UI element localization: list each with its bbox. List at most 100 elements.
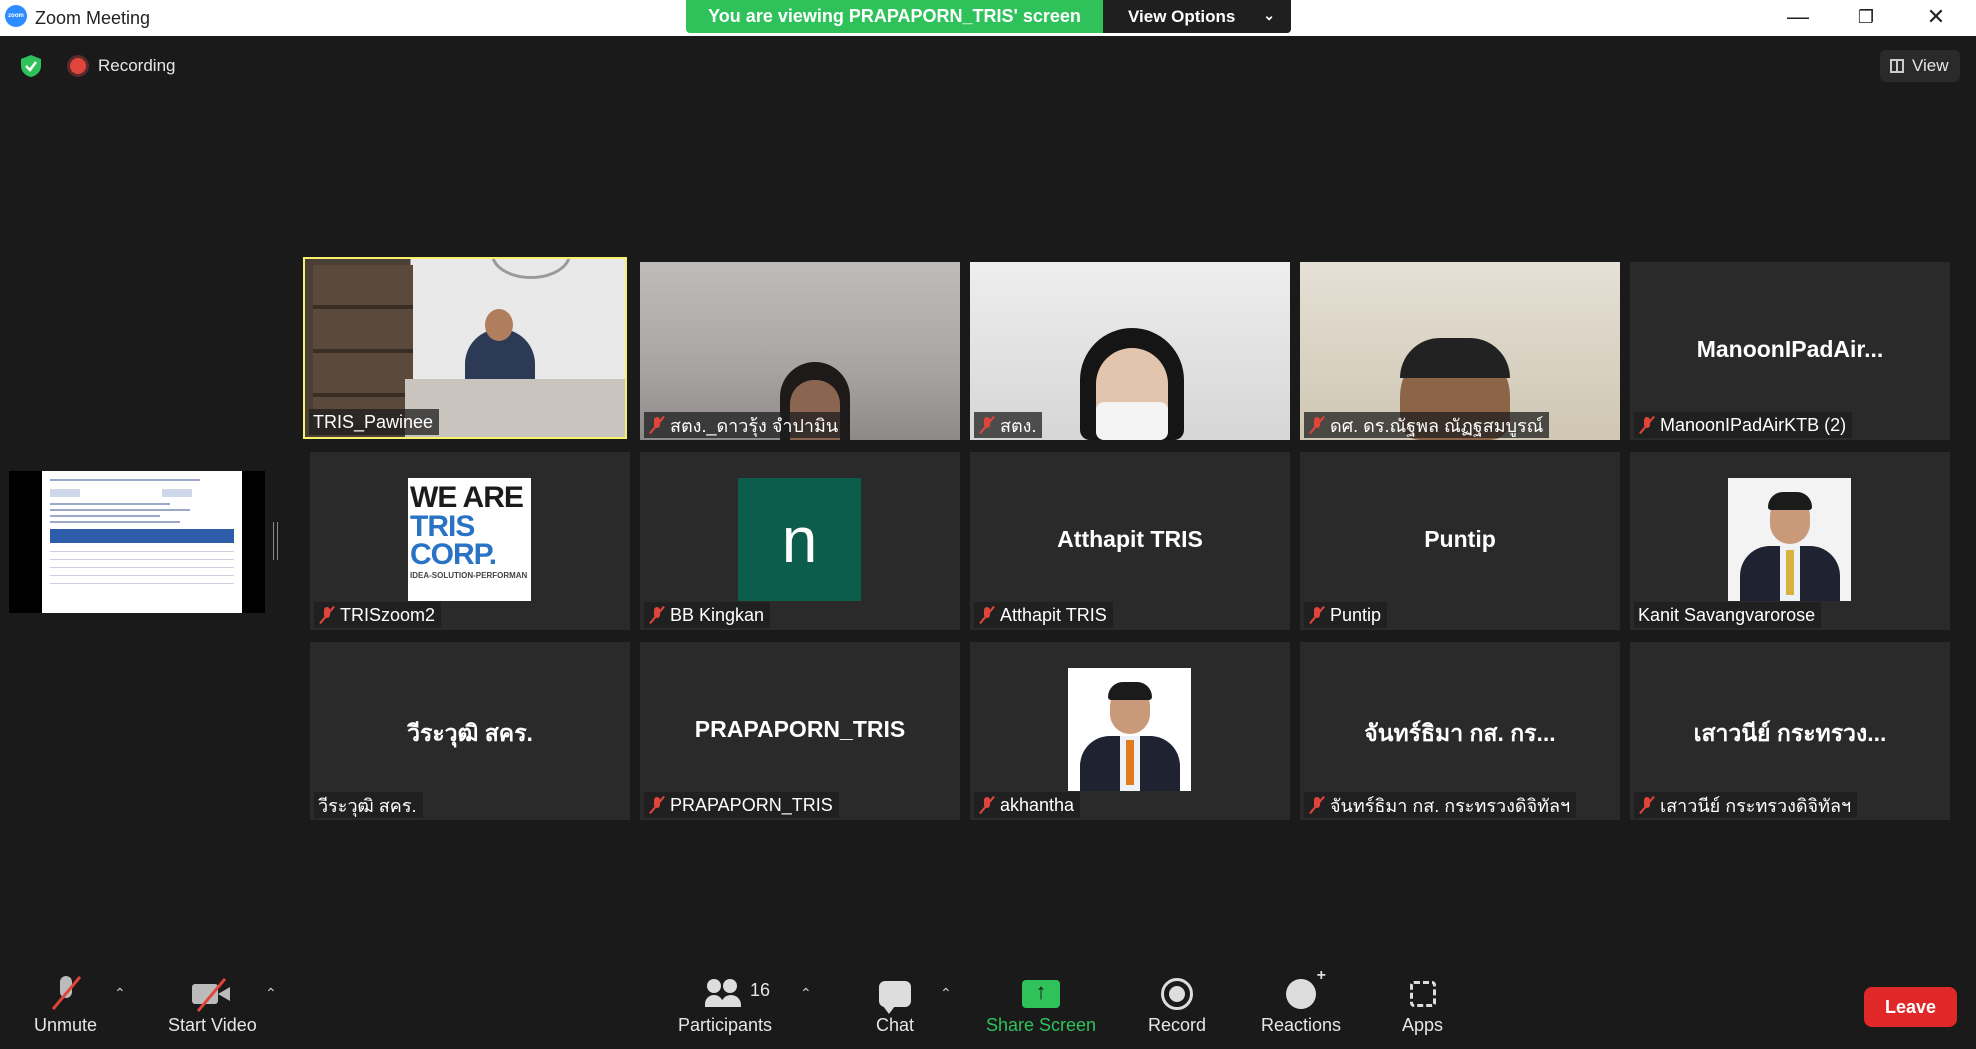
chevron-down-icon: ⌄	[1263, 7, 1275, 23]
share-screen-button[interactable]: Share Screen	[986, 973, 1096, 1036]
participant-tile[interactable]: TRIS_Pawinee	[303, 257, 627, 439]
participant-name: ManoonIPadAirKTB (2)	[1660, 414, 1847, 435]
participant-tile[interactable]: PRAPAPORN_TRIS PRAPAPORN_TRIS	[640, 642, 960, 820]
muted-mic-icon	[1308, 415, 1326, 435]
participant-name-tag: akhantha	[974, 792, 1081, 818]
participant-tile[interactable]: ดศ. ดร.ณัฐพล ณัฏฐสมบูรณ์	[1300, 262, 1620, 440]
participant-name: Atthapit TRIS	[1000, 604, 1107, 625]
participant-tile[interactable]: Atthapit TRIS Atthapit TRIS	[970, 452, 1290, 630]
participants-label: Participants	[678, 1015, 773, 1035]
audio-options-caret[interactable]: ⌃	[114, 985, 126, 1002]
participants-options-caret[interactable]: ⌃	[800, 985, 812, 1002]
apps-icon	[1409, 981, 1436, 1007]
minimize-button[interactable]: —	[1768, 2, 1828, 32]
participant-display-name: จันทร์ธิมา กส. กร...	[1364, 720, 1556, 746]
leave-button[interactable]: Leave	[1864, 987, 1957, 1027]
participant-name: สตง.	[1000, 415, 1037, 436]
reactions-button[interactable]: Reactions	[1261, 967, 1341, 1036]
logo-tagline: IDEA-SOLUTION-PERFORMAN	[410, 570, 528, 580]
apps-label: Apps	[1402, 1015, 1444, 1035]
layout-icon	[1890, 59, 1904, 73]
view-label: View	[1912, 56, 1949, 75]
shared-screen-thumbnail[interactable]	[9, 471, 265, 613]
mic-muted-icon	[51, 974, 81, 1014]
participant-tile[interactable]: วีระวุฒิ สคร. วีระวุฒิ สคร.	[310, 642, 630, 820]
meeting-toolbar: Unmute ⌃ Start Video ⌃ Participants 16 ⌃…	[0, 955, 1976, 1049]
participant-name-tag: สตง.	[974, 412, 1043, 438]
share-screen-icon	[1022, 979, 1061, 1008]
muted-mic-icon	[978, 605, 996, 625]
muted-mic-icon	[978, 795, 996, 815]
participant-tile[interactable]: Kanit Savangvarorose	[1630, 452, 1950, 630]
record-button[interactable]: Record	[1148, 973, 1206, 1036]
participant-tile[interactable]: akhantha	[970, 642, 1290, 820]
chat-options-caret[interactable]: ⌃	[940, 985, 952, 1002]
window-title: Zoom Meeting	[35, 8, 151, 28]
apps-button[interactable]: Apps	[1402, 973, 1443, 1036]
participant-tile[interactable]: ManoonIPadAir... ManoonIPadAirKTB (2)	[1630, 262, 1950, 440]
video-options-caret[interactable]: ⌃	[265, 985, 277, 1002]
participant-name: ดศ. ดร.ณัฐพล ณัฏฐสมบูรณ์	[1330, 415, 1544, 436]
participant-name: วีระวุฒิ สคร.	[318, 795, 417, 816]
participant-name: Puntip	[1330, 604, 1382, 625]
participant-name-tag: PRAPAPORN_TRIS	[644, 792, 839, 818]
participant-name-tag: วีระวุฒิ สคร.	[314, 792, 423, 818]
participant-tile[interactable]: จันทร์ธิมา กส. กร... จันทร์ธิมา กส. กระท…	[1300, 642, 1620, 820]
shared-document-preview	[42, 471, 242, 613]
muted-mic-icon	[318, 605, 336, 625]
close-button[interactable]: ✕	[1906, 2, 1966, 32]
view-button[interactable]: View	[1880, 50, 1960, 82]
participants-icon	[705, 979, 745, 1009]
participant-name: เสาวนีย์ กระทรวงดิจิทัลฯ	[1660, 795, 1852, 816]
participant-name-tag: Kanit Savangvarorose	[1634, 602, 1822, 628]
start-video-label: Start Video	[168, 1015, 257, 1035]
participant-tile[interactable]: เสาวนีย์ กระทรวง... เสาวนีย์ กระทรวงดิจิ…	[1630, 642, 1950, 820]
participant-photo	[1728, 478, 1851, 601]
participant-photo	[1068, 668, 1191, 791]
muted-mic-icon	[1308, 795, 1326, 815]
restore-button[interactable]: ❐	[1836, 2, 1896, 32]
participant-display-name: Puntip	[1424, 526, 1496, 552]
participant-name-tag: จันทร์ธิมา กส. กระทรวงดิจิทัลฯ	[1304, 792, 1577, 818]
participant-name-tag: ดศ. ดร.ณัฐพล ณัฏฐสมบูรณ์	[1304, 412, 1550, 438]
record-icon	[1161, 978, 1194, 1010]
participant-display-name: PRAPAPORN_TRIS	[694, 716, 906, 742]
muted-mic-icon	[978, 415, 996, 435]
participant-name: akhantha	[1000, 794, 1075, 815]
participant-tile[interactable]: WE ARE TRIS CORP. IDEA-SOLUTION-PERFORMA…	[310, 452, 630, 630]
participant-name: Kanit Savangvarorose	[1638, 604, 1816, 625]
participant-name-tag: TRISzoom2	[314, 602, 442, 628]
muted-mic-icon	[648, 415, 666, 435]
participant-display-name: เสาวนีย์ กระทรวง...	[1693, 720, 1887, 746]
muted-mic-icon	[1308, 605, 1326, 625]
participant-tile[interactable]: n BB Kingkan	[640, 452, 960, 630]
participant-display-name: ManoonIPadAir...	[1696, 336, 1884, 362]
chat-label: Chat	[876, 1015, 915, 1035]
start-video-button[interactable]: Start Video	[168, 973, 257, 1036]
participant-name: TRISzoom2	[340, 604, 436, 625]
participant-tile[interactable]: สตง._ดาวรุ้ง จำปามิน	[640, 262, 960, 440]
video-off-icon	[192, 976, 232, 1012]
participant-display-name: วีระวุฒิ สคร.	[407, 720, 533, 746]
participant-tile[interactable]: Puntip Puntip	[1300, 452, 1620, 630]
tris-corp-logo: WE ARE TRIS CORP. IDEA-SOLUTION-PERFORMA…	[408, 478, 531, 601]
muted-mic-icon	[1638, 415, 1656, 435]
share-screen-label: Share Screen	[986, 1015, 1097, 1035]
unmute-label: Unmute	[34, 1015, 98, 1035]
unmute-button[interactable]: Unmute	[34, 973, 97, 1036]
panel-splitter-handle[interactable]	[273, 522, 278, 560]
record-label: Record	[1148, 1015, 1207, 1035]
chat-button[interactable]: Chat	[876, 973, 914, 1036]
logo-line: TRIS	[410, 509, 475, 543]
participant-tile[interactable]: สตง.	[970, 262, 1290, 440]
participant-name-tag: ManoonIPadAirKTB (2)	[1634, 412, 1853, 438]
muted-mic-icon	[648, 795, 666, 815]
reactions-icon	[1286, 967, 1326, 1009]
security-shield-icon[interactable]	[20, 54, 42, 78]
view-options-button[interactable]: View Options ⌄	[1103, 0, 1291, 33]
recording-indicator-icon	[70, 58, 86, 74]
logo-line: CORP.	[410, 538, 497, 571]
view-options-label: View Options	[1128, 6, 1236, 26]
muted-mic-icon	[648, 605, 666, 625]
participant-name-tag: Atthapit TRIS	[974, 602, 1113, 628]
